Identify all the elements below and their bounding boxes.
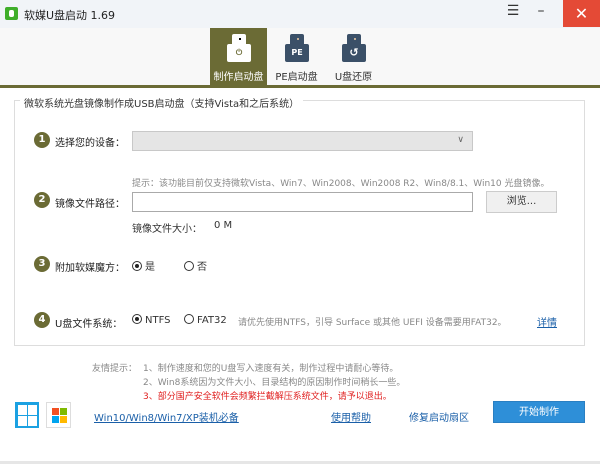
ntfs-radio[interactable]: NTFS [132,314,171,326]
addon-label: 附加软媒魔方： [55,263,125,274]
browse-button[interactable]: 浏览... [486,191,557,213]
step-4-badge: 4 [34,312,50,328]
usb-power-icon: ⏻ [227,34,251,64]
tip-2: 2、Win8系统因为文件大小、目录结构的原因制作时间稍长一些。 [143,378,406,388]
windows10-logo-icon [15,402,39,428]
tab-make-boot-disk[interactable]: ⏻ 制作启动盘 [210,28,267,85]
help-link[interactable]: 使用帮助 [331,409,371,424]
toolbar: ⏻ 制作启动盘 PE PE启动盘 ↺ U盘还原 [0,28,600,88]
windows7-logo-icon [46,402,71,428]
hamburger-icon[interactable]: ☰ [500,3,526,25]
chevron-down-icon: ∨ [457,135,464,145]
fat32-radio[interactable]: FAT32 [184,314,227,326]
image-path-input[interactable] [132,192,473,212]
repair-boot-sector-link[interactable]: 修复启动扇区 [409,409,469,424]
tab-label: 制作启动盘 [213,72,264,83]
tip-3-warning: 3、部分国产安全软件会频繁拦截解压系统文件，请予以退出。 [143,392,392,402]
install-essentials-link[interactable]: Win10/Win8/Win7/XP装机必备 [94,409,239,424]
hint-text: 提示：该功能目前仅支持微软Vista、Win7、Win2008、Win2008 … [132,179,550,189]
app-logo-icon [5,7,18,20]
image-size-label: 镜像文件大小： [132,224,202,235]
image-size-value: 0 M [214,220,233,231]
start-button[interactable]: 开始制作 [493,401,585,423]
tab-label: PE启动盘 [275,72,318,83]
tips-prefix: 友情提示： [92,364,138,374]
close-icon[interactable]: ✕ [563,0,600,27]
image-path-label: 镜像文件路径： [55,199,125,210]
device-select[interactable]: ∨ [132,131,473,151]
device-label: 选择您的设备： [55,138,125,149]
window-title: 软媒U盘启动 1.69 [24,9,116,22]
addon-no-radio[interactable]: 否 [184,258,207,273]
group-legend: 微软系统光盘镜像制作成USB启动盘（支持Vista和之后系统） [20,95,304,110]
filesystem-note: 请优先使用NTFS，引导 Surface 或其他 UEFI 设备需要用FAT32… [238,318,507,328]
addon-yes-radio[interactable]: 是 [132,258,155,273]
step-2-badge: 2 [34,192,50,208]
minimize-icon[interactable]: – [528,3,554,25]
filesystem-label: U盘文件系统： [55,319,123,330]
usb-restore-icon: ↺ [342,34,366,64]
details-link[interactable]: 详情 [537,314,557,329]
step-3-badge: 3 [34,256,50,272]
step-1-badge: 1 [34,132,50,148]
tip-1: 1、制作速度和您的U盘写入速度有关，制作过程中请耐心等待。 [143,364,399,374]
tab-usb-restore[interactable]: ↺ U盘还原 [325,28,382,85]
tab-label: U盘还原 [334,72,373,83]
tab-pe-boot-disk[interactable]: PE PE启动盘 [268,28,325,85]
title-bar: 软媒U盘启动 1.69 ☰ – ✕ [0,0,600,28]
usb-pe-icon: PE [285,34,309,64]
